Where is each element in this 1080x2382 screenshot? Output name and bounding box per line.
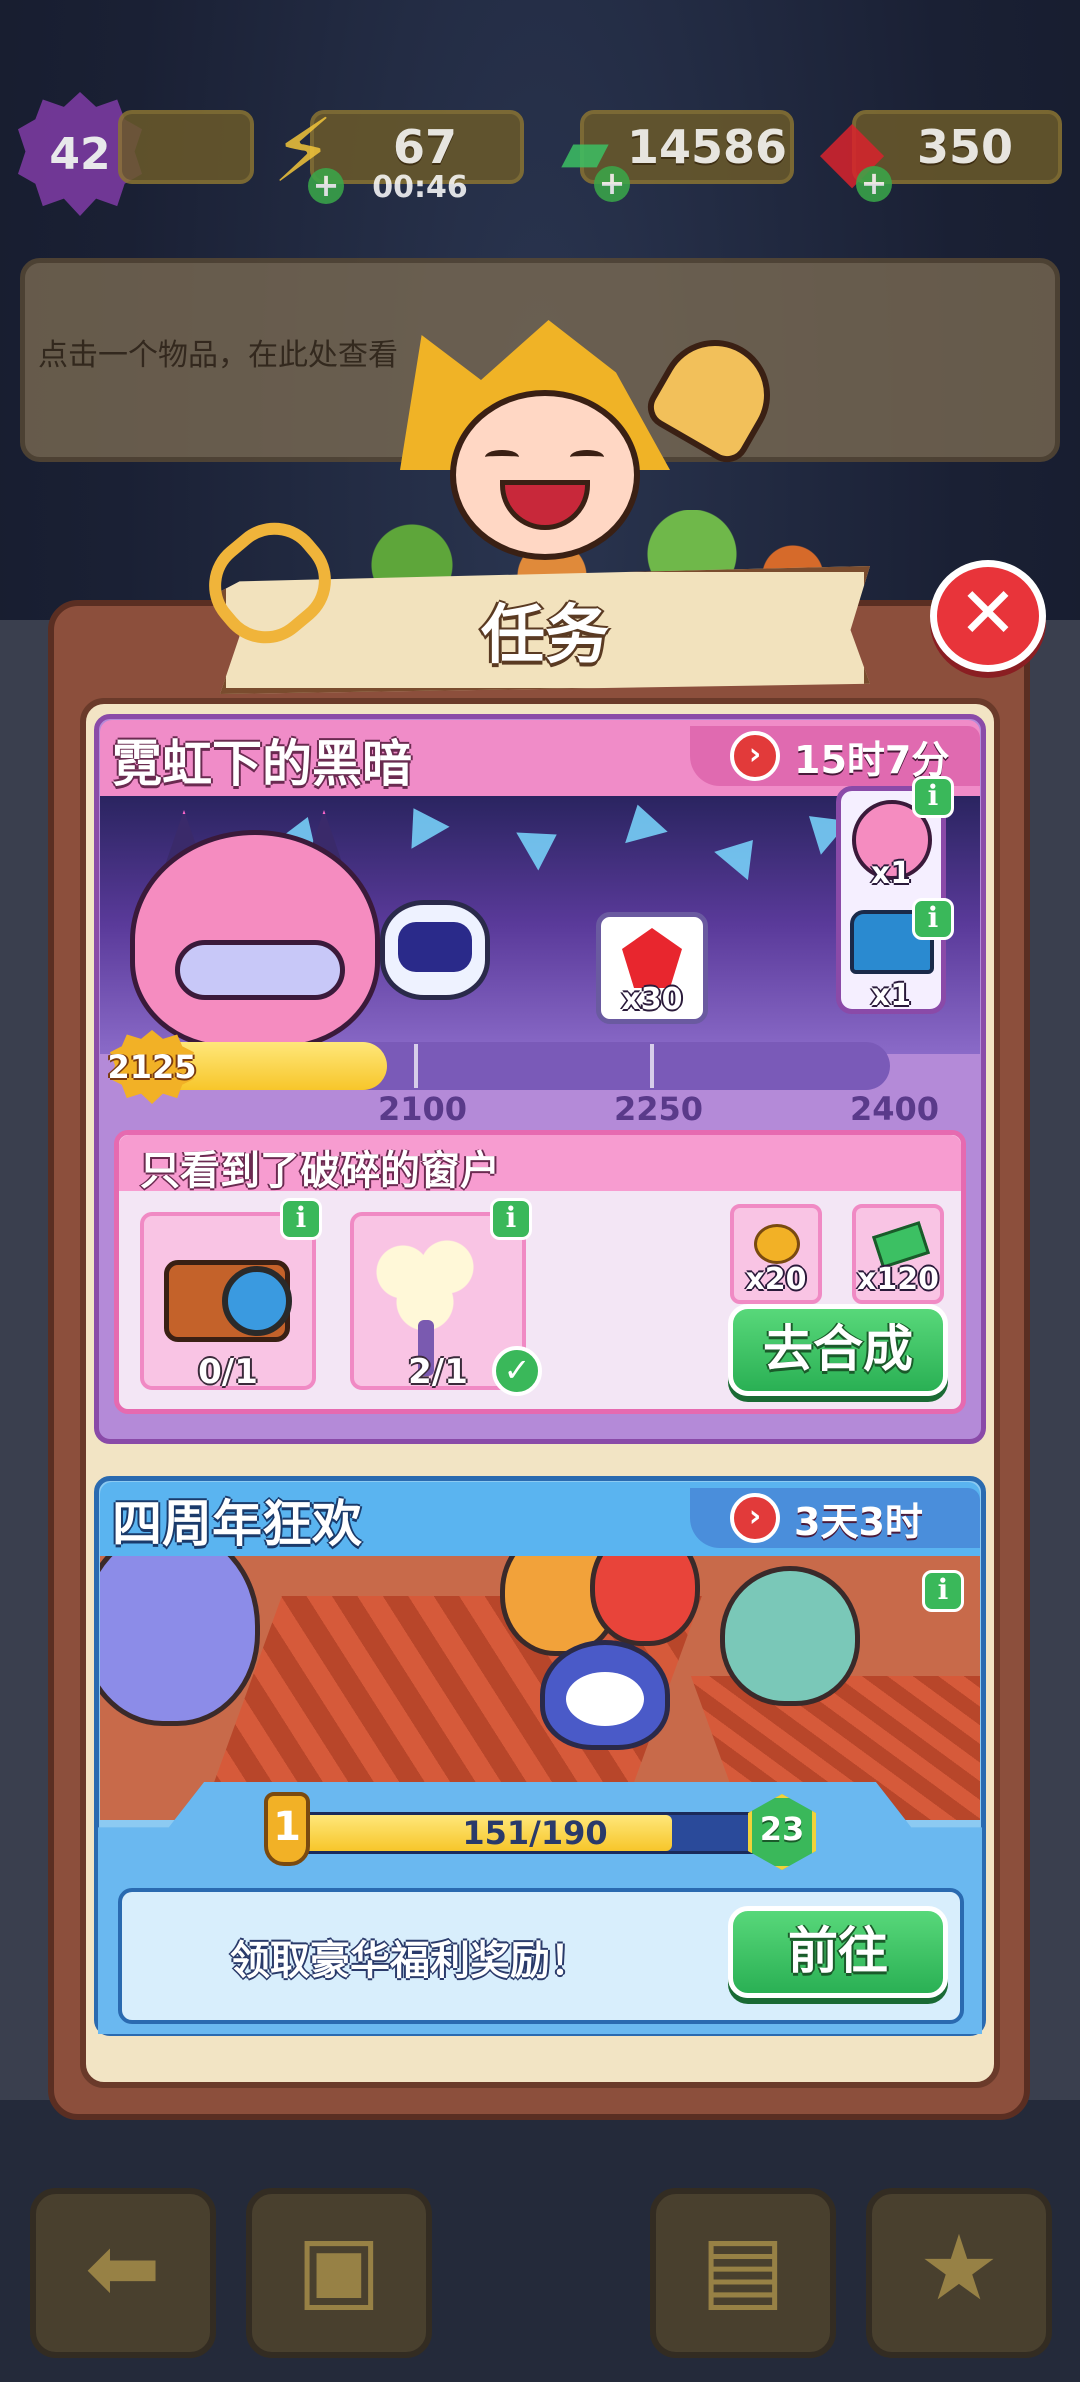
task-clipboard-icon[interactable]: ★: [866, 2188, 1052, 2358]
rank-trophy-icon: 1: [264, 1792, 310, 1866]
progress-tick: [650, 1044, 654, 1088]
task-reward-cash-qty: x120: [857, 1262, 939, 1297]
balloon-icon: [100, 1556, 260, 1726]
cash-value: 14586: [626, 120, 788, 174]
tick-label-2100: 2100: [378, 1090, 468, 1128]
chest-reward-qty: x1: [870, 978, 912, 1013]
progress-tick: [414, 1044, 418, 1088]
event-anniversary-timer-text: 3天3时: [794, 1499, 923, 1544]
back-arrow-icon[interactable]: ⬅: [30, 2188, 216, 2358]
event-anniversary-progress-text: 151/190: [462, 1814, 608, 1852]
robot-face: [398, 922, 472, 972]
neon-girl-character: [130, 810, 380, 1050]
panel-title: 任务: [481, 599, 609, 673]
basket-icon[interactable]: ▤: [650, 2188, 836, 2358]
xp-bar: [118, 110, 254, 184]
event-neon-score: 2125: [107, 1048, 197, 1086]
level-value: 42: [49, 128, 111, 180]
cat-face: [566, 1672, 644, 1726]
mascot-face: [450, 390, 640, 560]
tree-icon: [370, 1232, 480, 1332]
mascot-eye-left: [485, 450, 519, 464]
event-neon-title: 霓虹下的黑暗: [112, 735, 412, 793]
task-title: 只看到了破碎的窗户: [140, 1148, 500, 1194]
info-icon[interactable]: i: [912, 776, 954, 818]
info-icon[interactable]: i: [280, 1198, 322, 1240]
tick-label-2400: 2400: [850, 1090, 940, 1128]
event-anniversary-title: 四周年狂欢: [112, 1495, 362, 1553]
info-icon[interactable]: i: [490, 1198, 532, 1240]
event-anniversary-timer: › 3天3时: [690, 1488, 980, 1548]
tick-label-2250: 2250: [614, 1090, 704, 1128]
neon-triangle: [714, 825, 770, 881]
merge-button[interactable]: 去合成: [728, 1304, 948, 1396]
broom-icon: [639, 319, 791, 471]
neon-triangle: [394, 797, 450, 849]
avatar-reward-qty: x1: [870, 856, 912, 891]
info-icon[interactable]: i: [912, 898, 954, 940]
info-icon[interactable]: i: [922, 1570, 964, 1612]
milestone-reward-qty: x30: [621, 982, 683, 1017]
coin-icon: [754, 1224, 800, 1264]
camera-lens: [222, 1266, 292, 1336]
go-button[interactable]: 前往: [728, 1906, 948, 1998]
gems-value: 350: [916, 120, 1014, 174]
neon-triangle: [616, 798, 668, 844]
task-item-count: 0/1: [198, 1352, 258, 1392]
energy-timer: 00:46: [372, 170, 468, 205]
check-icon: ✓: [492, 1346, 542, 1396]
task-reward-coin-qty: x20: [745, 1262, 807, 1297]
backpack-icon[interactable]: ▣: [246, 2188, 432, 2358]
claim-reward-text: 领取豪华福利奖励！: [230, 1938, 590, 1984]
mascot-eye-right: [570, 450, 604, 464]
item-info-hint: 点击一个物品，在此处查看: [38, 338, 398, 373]
close-button[interactable]: ✕: [930, 560, 1046, 672]
clock-icon: ›: [730, 1493, 780, 1543]
neon-triangle: [516, 815, 568, 871]
balloon-icon: [720, 1566, 860, 1706]
goggles-icon: [175, 940, 345, 1000]
clock-icon: ›: [730, 731, 780, 781]
event-anniversary-level: 23: [759, 1810, 805, 1848]
